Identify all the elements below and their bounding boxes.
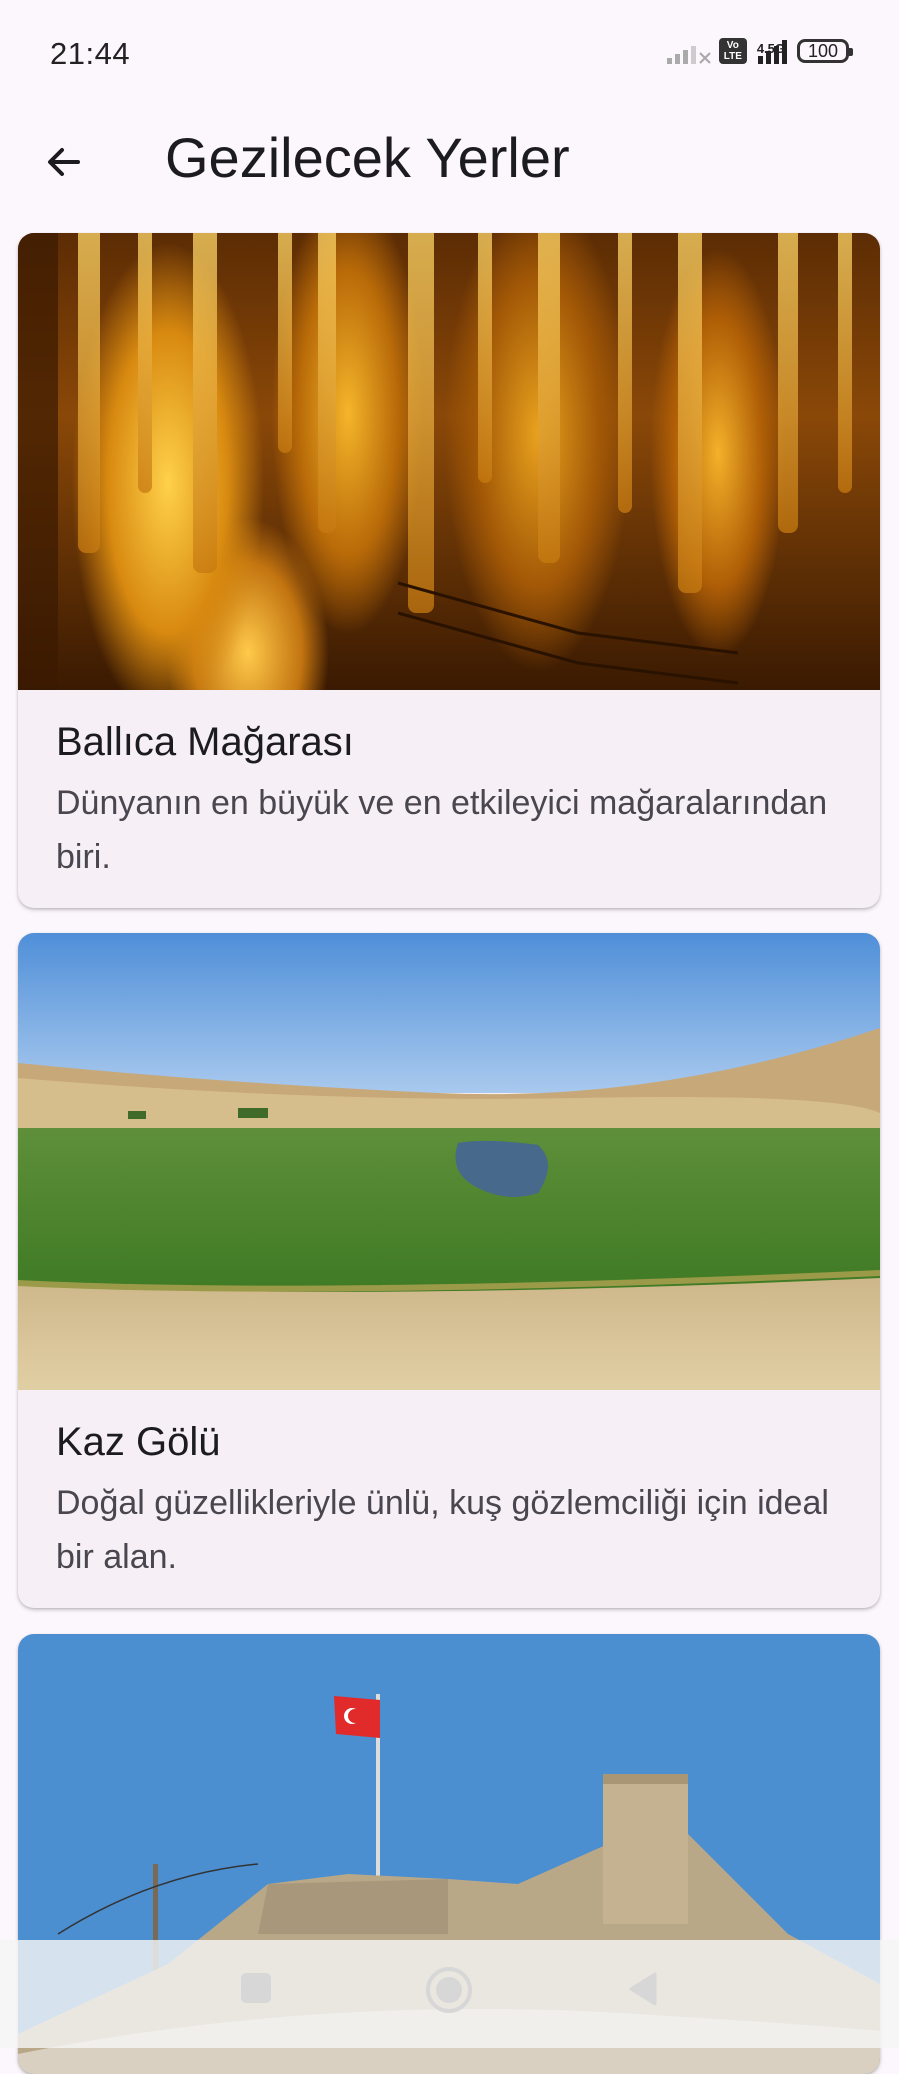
signal-sim2-icon: 4.5G [757,38,787,64]
recents-button[interactable] [238,1970,274,2006]
status-time: 21:44 [50,36,131,71]
place-image-ballica [18,233,880,690]
place-image-kaz-golu [18,933,880,1390]
battery-icon: 100 [797,39,853,63]
status-icons: Vo LTE 4.5G 100 [666,38,853,64]
back-button[interactable] [32,130,96,194]
network-type: 4.5G [756,41,785,56]
signal-sim1-icon [666,38,711,64]
circle-icon [426,1967,472,2013]
status-bar: 21:44 Vo LTE 4.5G 100 [0,0,899,108]
arrow-left-icon [48,148,80,176]
nav-back-button[interactable] [625,1970,661,2008]
volte-icon: Vo LTE [718,38,747,64]
place-card-ballica[interactable]: Ballıca Mağarası Dünyanın en büyük ve en… [18,233,880,908]
place-description: Doğal güzellikleriyle ünlü, kuş gözlemci… [56,1484,829,1576]
app-bar: Gezilecek Yerler [0,108,899,228]
place-card-kaz-golu[interactable]: Kaz Gölü Doğal güzellikleriyle ünlü, kuş… [18,933,880,1608]
system-navigation-bar [0,1940,899,2048]
square-icon [241,1973,271,2003]
battery-level: 100 [807,40,839,61]
place-title: Kaz Gölü [56,1420,221,1464]
place-description: Dünyanın en büyük ve en etkileyici mağar… [56,784,828,876]
triangle-left-icon [629,1972,657,2006]
place-title: Ballıca Mağarası [56,720,354,764]
place-card-body: Ballıca Mağarası Dünyanın en büyük ve en… [18,690,880,908]
home-button[interactable] [424,1965,474,2015]
place-card-body: Kaz Gölü Doğal güzellikleriyle ünlü, kuş… [18,1390,880,1608]
page-title: Gezilecek Yerler [165,126,570,189]
